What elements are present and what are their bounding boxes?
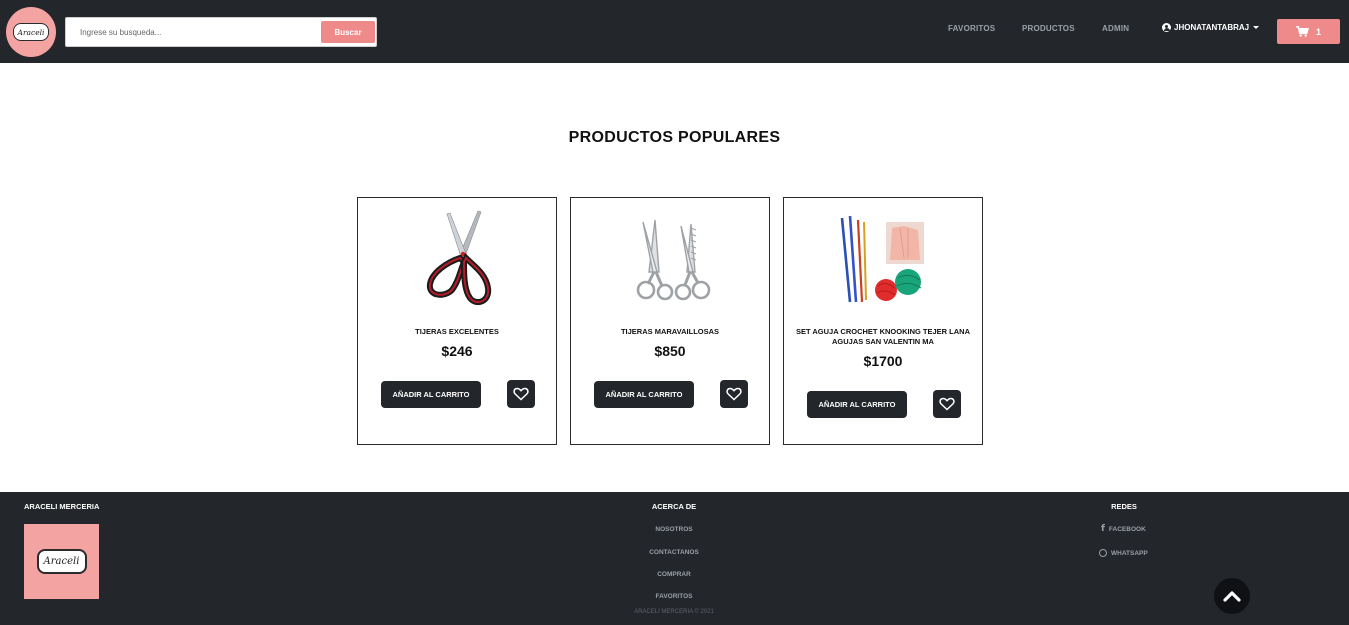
product-card: TIJERAS EXCELENTES $246 AÑADIR AL CARRIT…: [357, 197, 557, 445]
product-card: TIJERAS MARAVAILLOSAS $850 AÑADIR AL CAR…: [570, 197, 770, 445]
caret-down-icon: [1253, 26, 1260, 29]
facebook-icon: f: [1101, 524, 1105, 534]
nav-admin[interactable]: ADMIN: [1102, 24, 1129, 33]
thinning-shears-image: [636, 219, 711, 301]
product-price: $246: [441, 343, 473, 359]
whatsapp-label: WHATSAPP: [1111, 549, 1148, 557]
cart-button[interactable]: 1: [1277, 19, 1340, 44]
scroll-to-top-button[interactable]: [1214, 578, 1250, 614]
search-input[interactable]: [66, 18, 316, 46]
product-name: SET AGUJA CROCHET KNOOKING TEJER LANA AG…: [795, 327, 971, 346]
product-name: TIJERAS EXCELENTES: [415, 327, 499, 336]
cart-count: 1: [1315, 26, 1321, 37]
nav-productos[interactable]: PRODUCTOS: [1022, 24, 1075, 33]
footer-logo: Araceli: [24, 524, 99, 599]
heart-icon: [939, 397, 955, 411]
add-to-cart-button[interactable]: AÑADIR AL CARRITO: [594, 381, 694, 408]
footer-copyright: ARACELI MERCERIA © 2021: [634, 609, 714, 615]
nav-favoritos[interactable]: FAVORITOS: [948, 24, 995, 33]
whatsapp-icon: [1099, 549, 1107, 557]
favorite-button[interactable]: [507, 380, 535, 408]
footer-link-favoritos[interactable]: FAVORITOS: [624, 593, 724, 600]
product-card: SET AGUJA CROCHET KNOOKING TEJER LANA AG…: [783, 197, 983, 445]
favorite-button[interactable]: [933, 390, 961, 418]
product-price: $850: [654, 343, 686, 359]
footer-link-comprar[interactable]: COMPRAR: [624, 571, 724, 578]
add-to-cart-button[interactable]: AÑADIR AL CARRITO: [807, 391, 907, 418]
facebook-label: FACEBOOK: [1108, 525, 1146, 533]
favorite-button[interactable]: [720, 380, 748, 408]
footer-about-heading: ACERCA DE: [651, 502, 697, 511]
product-name: TIJERAS MARAVAILLOSAS: [620, 327, 720, 336]
footer-whatsapp-link[interactable]: WHATSAPP: [1099, 549, 1148, 557]
footer-link-nosotros[interactable]: NOSOTROS: [624, 526, 724, 533]
search-bar: Buscar: [65, 17, 377, 47]
user-circle-icon: [1162, 23, 1171, 32]
section-title: PRODUCTOS POPULARES: [568, 129, 781, 146]
shopping-cart-icon: [1296, 26, 1309, 37]
scissors-image: [426, 210, 492, 306]
footer-brand: ARACELI MERCERIA: [24, 502, 100, 511]
top-navbar: Araceli Buscar FAVORITOS PRODUCTOS ADMIN…: [0, 0, 1349, 63]
user-menu-dropdown[interactable]: JHONATANTABRAJ: [1162, 23, 1260, 32]
brand-logo[interactable]: Araceli: [6, 7, 56, 57]
crochet-set-image: [840, 215, 924, 303]
logo-text: Araceli: [13, 23, 49, 41]
heart-icon: [726, 387, 742, 401]
search-button[interactable]: Buscar: [321, 21, 375, 43]
chevron-up-icon: [1223, 591, 1241, 602]
user-name: JHONATANTABRAJ: [1174, 23, 1250, 32]
footer-logo-text: Araceli: [36, 549, 87, 574]
add-to-cart-button[interactable]: AÑADIR AL CARRITO: [381, 381, 481, 408]
heart-icon: [513, 387, 529, 401]
footer-facebook-link[interactable]: f FACEBOOK: [1101, 524, 1146, 534]
footer-link-contactanos[interactable]: CONTACTANOS: [624, 549, 724, 556]
footer-social-heading: REDES: [1111, 502, 1137, 511]
site-footer: ARACELI MERCERIA Araceli ACERCA DE NOSOT…: [0, 492, 1349, 625]
product-price: $1700: [863, 353, 903, 369]
